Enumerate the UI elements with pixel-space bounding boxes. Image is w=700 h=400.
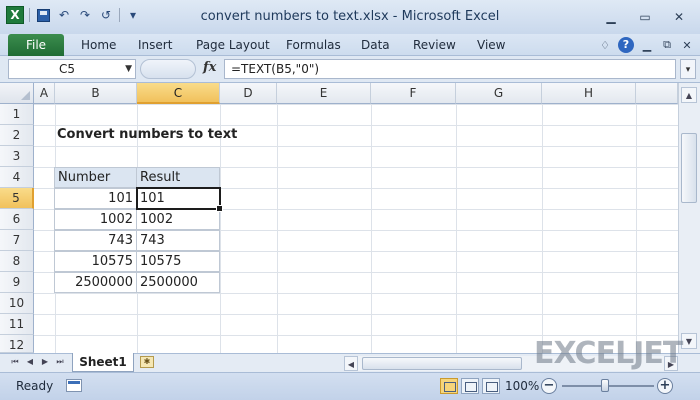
workbook-restore-icon[interactable]: ⧉ bbox=[660, 38, 674, 52]
window-controls: ▁ ▭ ✕ bbox=[594, 8, 696, 26]
table-cell-result[interactable]: 10575 bbox=[136, 251, 220, 272]
active-cell-selection[interactable] bbox=[136, 187, 223, 212]
table-cell-number[interactable]: 2500000 bbox=[54, 272, 137, 293]
row-header-9[interactable]: 9 bbox=[0, 272, 34, 293]
status-bar: Ready 100% − + bbox=[0, 372, 700, 400]
row-header-7[interactable]: 7 bbox=[0, 230, 34, 251]
column-header-h[interactable]: H bbox=[542, 83, 636, 104]
normal-view-icon[interactable] bbox=[440, 378, 458, 394]
row-header-6[interactable]: 6 bbox=[0, 209, 34, 230]
gridline-col bbox=[542, 104, 543, 353]
ribbon-right-controls: ♢ ? ▁ ⧉ ✕ bbox=[598, 37, 694, 53]
table-header-result[interactable]: Result bbox=[136, 167, 220, 188]
row-header-1[interactable]: 1 bbox=[0, 104, 34, 125]
help-icon[interactable]: ? bbox=[618, 37, 634, 53]
workbook-close-icon[interactable]: ✕ bbox=[680, 39, 694, 52]
expand-formula-bar-icon[interactable]: ▾ bbox=[680, 59, 696, 79]
column-header-f[interactable]: F bbox=[371, 83, 456, 104]
insert-function-icon[interactable]: fx bbox=[203, 60, 216, 75]
vertical-scrollbar[interactable]: ▲ ▼ bbox=[678, 83, 700, 353]
row-header-12[interactable]: 12 bbox=[0, 335, 34, 353]
restore-button[interactable]: ▭ bbox=[628, 8, 662, 26]
row-header-2[interactable]: 2 bbox=[0, 125, 34, 146]
zoom-level[interactable]: 100% bbox=[505, 379, 539, 393]
row-header-11[interactable]: 11 bbox=[0, 314, 34, 335]
gridline-col bbox=[636, 104, 637, 353]
row-header-3[interactable]: 3 bbox=[0, 146, 34, 167]
table-cell-number[interactable]: 101 bbox=[54, 188, 137, 209]
gridline-col bbox=[456, 104, 457, 353]
table-cell-number[interactable]: 10575 bbox=[54, 251, 137, 272]
next-sheet-icon[interactable]: ▶ bbox=[40, 357, 50, 366]
sheet-title-cell[interactable]: Convert numbers to text bbox=[54, 125, 240, 146]
tab-formulas[interactable]: Formulas bbox=[286, 38, 341, 52]
column-header-e[interactable]: E bbox=[277, 83, 371, 104]
sheet-tab-sheet1[interactable]: Sheet1 bbox=[72, 353, 134, 372]
scroll-left-icon[interactable]: ◀ bbox=[344, 356, 358, 371]
row-header-8[interactable]: 8 bbox=[0, 251, 34, 272]
table-cell-number[interactable]: 1002 bbox=[54, 209, 137, 230]
row-header-4[interactable]: 4 bbox=[0, 167, 34, 188]
ribbon-tabs: File Home Insert Page Layout Formulas Da… bbox=[0, 34, 700, 56]
column-header-i[interactable] bbox=[636, 83, 678, 104]
name-box[interactable]: C5 ▼ bbox=[8, 59, 136, 79]
vertical-scroll-thumb[interactable] bbox=[681, 133, 697, 203]
tab-insert[interactable]: Insert bbox=[138, 38, 172, 52]
tab-view[interactable]: View bbox=[477, 38, 505, 52]
row-header-10[interactable]: 10 bbox=[0, 293, 34, 314]
tab-page-layout[interactable]: Page Layout bbox=[196, 38, 270, 52]
column-header-a[interactable]: A bbox=[34, 83, 55, 104]
workbook-minimize-icon[interactable]: ▁ bbox=[640, 39, 654, 52]
first-sheet-icon[interactable]: ⏮ bbox=[10, 357, 20, 367]
name-box-value: C5 bbox=[59, 62, 76, 76]
row-header-5[interactable]: 5 bbox=[0, 188, 34, 209]
worksheet-grid[interactable]: A B C D E F G H 1 2 3 4 5 6 7 8 9 10 11 … bbox=[0, 83, 700, 353]
status-ready: Ready bbox=[16, 379, 54, 393]
column-header-g[interactable]: G bbox=[456, 83, 542, 104]
table-cell-result[interactable]: 1002 bbox=[136, 209, 220, 230]
chevron-down-icon[interactable]: ▼ bbox=[125, 60, 132, 78]
column-header-d[interactable]: D bbox=[220, 83, 277, 104]
minimize-ribbon-icon[interactable]: ♢ bbox=[598, 39, 612, 52]
formula-bar-divider[interactable] bbox=[140, 59, 196, 79]
page-layout-view-icon[interactable] bbox=[461, 378, 479, 394]
column-header-c[interactable]: C bbox=[137, 83, 220, 104]
column-header-b[interactable]: B bbox=[55, 83, 137, 104]
tab-file[interactable]: File bbox=[8, 34, 64, 56]
table-cell-number[interactable]: 743 bbox=[54, 230, 137, 251]
gridline-col bbox=[371, 104, 372, 353]
table-cell-result[interactable]: 2500000 bbox=[136, 272, 220, 293]
macro-record-icon[interactable] bbox=[66, 379, 82, 392]
tab-home[interactable]: Home bbox=[81, 38, 116, 52]
last-sheet-icon[interactable]: ⏭ bbox=[55, 357, 65, 367]
scroll-up-icon[interactable]: ▲ bbox=[681, 87, 697, 103]
horizontal-scroll-thumb[interactable] bbox=[362, 357, 522, 370]
formula-input[interactable]: =TEXT(B5,"0") bbox=[224, 59, 676, 79]
formula-bar: C5 ▼ fx =TEXT(B5,"0") ▾ bbox=[0, 56, 700, 83]
table-cell-result[interactable]: 743 bbox=[136, 230, 220, 251]
insert-sheet-icon[interactable]: ✱ bbox=[140, 356, 154, 368]
page-break-view-icon[interactable] bbox=[482, 378, 500, 394]
zoom-slider-thumb[interactable] bbox=[601, 379, 609, 392]
prev-sheet-icon[interactable]: ◀ bbox=[25, 357, 35, 366]
tab-review[interactable]: Review bbox=[413, 38, 456, 52]
gridline-col bbox=[277, 104, 278, 353]
close-button[interactable]: ✕ bbox=[662, 8, 696, 26]
tab-data[interactable]: Data bbox=[361, 38, 390, 52]
select-all-button[interactable] bbox=[0, 83, 34, 104]
watermark-text: EXCELJET bbox=[534, 336, 683, 371]
minimize-button[interactable]: ▁ bbox=[594, 8, 628, 26]
table-header-number[interactable]: Number bbox=[54, 167, 137, 188]
zoom-out-button[interactable]: − bbox=[541, 378, 557, 394]
zoom-in-button[interactable]: + bbox=[657, 378, 673, 394]
title-bar: X ↶ ↷ ↺ ▾ convert numbers to text.xlsx -… bbox=[0, 0, 700, 34]
